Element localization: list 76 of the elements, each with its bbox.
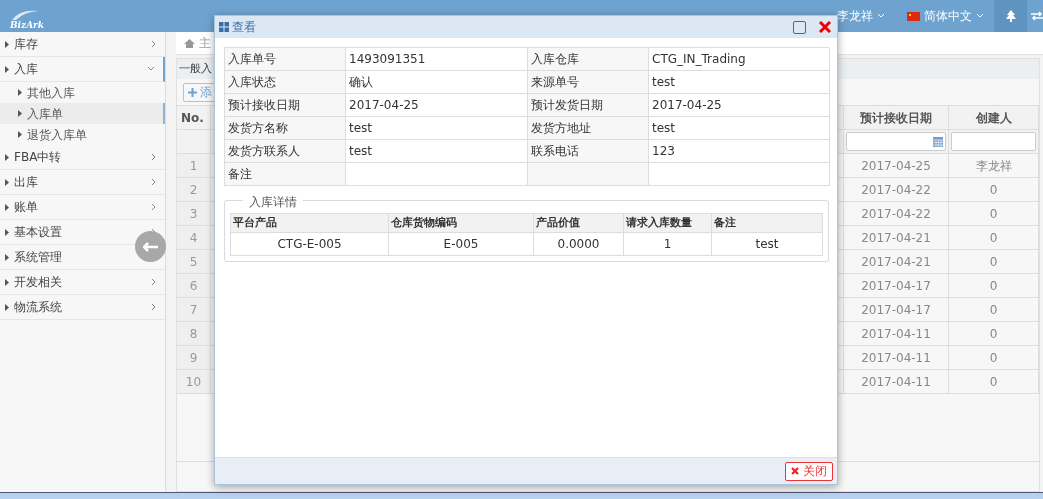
row-number: 8	[177, 322, 211, 346]
column-header: 备注	[712, 214, 823, 233]
field-label: 预计发货日期	[528, 94, 649, 117]
dialog-title: 查看	[232, 19, 257, 36]
table-cell: 2017-04-17	[844, 274, 949, 298]
row-number: 5	[177, 250, 211, 274]
menu-item[interactable]: 开发相关	[0, 270, 128, 294]
column-header: 产品价值	[534, 214, 624, 233]
table-cell: 2017-04-11	[844, 370, 949, 394]
row-number: 9	[177, 346, 211, 370]
column-header: 请求入库数量	[624, 214, 712, 233]
field-value: CTG_IN_Trading	[649, 48, 830, 71]
table-cell: 0	[949, 274, 1039, 298]
row-number: 4	[177, 226, 211, 250]
table-cell: 0	[949, 298, 1039, 322]
field-value: 123	[649, 140, 830, 163]
table-cell: 2017-04-22	[844, 202, 949, 226]
menu-item[interactable]: 入库	[0, 57, 128, 81]
table-cell: 2017-04-25	[844, 154, 949, 178]
field-label: 入库仓库	[528, 48, 649, 71]
table-cell: 2017-04-11	[844, 322, 949, 346]
submenu-item[interactable]: 其他入库	[0, 82, 165, 103]
field-label: 来源单号	[528, 71, 649, 94]
menu-item[interactable]: FBA中转	[0, 145, 128, 169]
table-cell: 0	[949, 226, 1039, 250]
field-label: 备注	[225, 163, 346, 186]
row-number: 1	[177, 154, 211, 178]
group-legend: 入库详情	[243, 193, 303, 211]
menu-item[interactable]: 系统管理	[0, 245, 128, 269]
table-cell: 2017-04-22	[844, 178, 949, 202]
table-cell: 0	[949, 322, 1039, 346]
menu-item[interactable]: 物流系统	[0, 295, 128, 319]
field-label: 预计接收日期	[225, 94, 346, 117]
table-cell: 2017-04-21	[844, 250, 949, 274]
table-cell: 0	[949, 178, 1039, 202]
column-header: 预计接收日期	[844, 106, 949, 130]
table-cell: CTG-E-005	[231, 233, 389, 256]
table-cell: 0	[949, 202, 1039, 226]
field-label: 发货方联系人	[225, 140, 346, 163]
submenu-item[interactable]: 入库单	[0, 103, 165, 124]
row-number: 2	[177, 178, 211, 202]
table-cell: E-005	[389, 233, 534, 256]
column-header: 创建人	[949, 106, 1039, 130]
row-number: 7	[177, 298, 211, 322]
table-cell: 0	[949, 250, 1039, 274]
table-cell: 0	[949, 346, 1039, 370]
field-value: test	[649, 117, 830, 140]
column-header: No.	[177, 106, 211, 130]
field-value: 2017-04-25	[649, 94, 830, 117]
table-cell: test	[712, 233, 823, 256]
menu-item[interactable]: 基本设置	[0, 220, 128, 244]
field-label: 入库状态	[225, 71, 346, 94]
row-number: 3	[177, 202, 211, 226]
table-cell: 0	[949, 370, 1039, 394]
field-label: 联系电话	[528, 140, 649, 163]
row-number: 10	[177, 370, 211, 394]
table-cell: 2017-04-21	[844, 226, 949, 250]
menu-item[interactable]: 库存	[0, 32, 128, 56]
field-label: 发货方名称	[225, 117, 346, 140]
row-number: 6	[177, 274, 211, 298]
field-value: test	[649, 71, 830, 94]
close-button[interactable]: 关闭	[785, 461, 833, 481]
submenu-item[interactable]: 退货入库单	[0, 124, 165, 145]
table-cell: 0.0000	[534, 233, 624, 256]
column-header: 平台产品	[231, 214, 389, 233]
table-cell: 2017-04-17	[844, 298, 949, 322]
field-label: 入库单号	[225, 48, 346, 71]
table-cell: 1	[624, 233, 712, 256]
table-cell: 李龙祥	[949, 154, 1039, 178]
panel-title: 一般入	[179, 60, 212, 77]
logo-text: BizArk	[10, 21, 45, 30]
menu-item[interactable]: 出库	[0, 170, 128, 194]
field-label: 发货方地址	[528, 117, 649, 140]
column-header: 仓库货物编码	[389, 214, 534, 233]
table-cell: 2017-04-11	[844, 346, 949, 370]
menu-item[interactable]: 账单	[0, 195, 128, 219]
